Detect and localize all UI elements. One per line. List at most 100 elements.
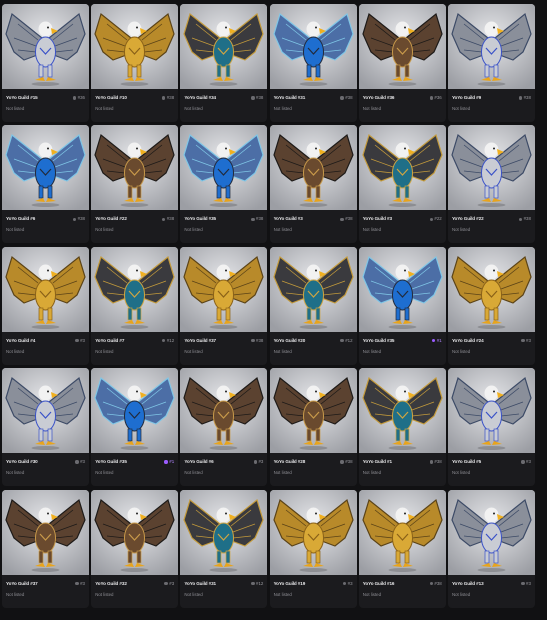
rarity-rank-badge: #12 (340, 338, 353, 343)
listing-status: Not listed (6, 470, 25, 476)
nft-card[interactable]: YoYo Guild #13 #3 Not listed (447, 489, 535, 608)
rarity-rank-badge: #38 (518, 95, 531, 100)
nft-card[interactable]: YoYo Guild #22 #38 Not listed (447, 125, 535, 244)
nft-image[interactable] (269, 4, 357, 89)
nft-image[interactable] (180, 246, 268, 332)
rarity-dot-icon (429, 460, 433, 464)
nft-card[interactable]: YoYo Guild #37 #38 Not listed (180, 246, 268, 365)
nft-image[interactable] (91, 4, 179, 89)
nft-name: YoYo Guild #9 (451, 95, 482, 100)
nft-card[interactable]: YoYo Guild #1 #38 Not listed (358, 368, 446, 487)
listing-status: Not listed (95, 591, 114, 597)
nft-name: YoYo Guild #7 (95, 337, 125, 343)
rarity-dot-icon (251, 96, 255, 100)
listing-status: Not listed (6, 591, 25, 597)
nft-image[interactable] (180, 368, 268, 454)
nft-card[interactable]: YoYo Guild #3 #22 Not listed (358, 125, 446, 244)
nft-image[interactable] (180, 125, 268, 211)
nft-name: YoYo Guild #6 (6, 216, 36, 222)
nft-image[interactable] (358, 246, 446, 332)
nft-card[interactable]: YoYo Guild #30 #3 Not listed (2, 368, 89, 487)
nft-image[interactable] (447, 489, 535, 575)
nft-image[interactable] (358, 368, 446, 454)
nft-image[interactable] (2, 4, 89, 89)
nft-card[interactable]: YoYo Guild #20 #12 Not listed (269, 246, 357, 365)
listing-status: Not listed (451, 470, 471, 476)
rarity-dot-icon (251, 217, 255, 221)
nft-image[interactable] (447, 125, 535, 211)
rarity-rank-badge: #3 (521, 581, 531, 586)
nft-meta: YoYo Guild #34 #38 Not listed (180, 91, 267, 122)
nft-image[interactable] (358, 4, 446, 89)
nft-card[interactable]: YoYo Guild #15 #36 Not listed (2, 4, 89, 122)
nft-image[interactable] (269, 246, 357, 332)
nft-card[interactable]: YoYo Guild #19 #3 Not listed (269, 489, 357, 608)
nft-image[interactable] (180, 489, 268, 575)
nft-image[interactable] (358, 125, 446, 211)
nft-image[interactable] (91, 125, 179, 211)
nft-name: YoYo Guild #24 (451, 337, 484, 343)
nft-card[interactable]: YoYo Guild #34 #38 Not listed (180, 4, 268, 122)
nft-image[interactable] (91, 246, 179, 332)
nft-card[interactable]: YoYo Guild #5 #3 Not listed (447, 368, 535, 487)
nft-image[interactable] (447, 4, 535, 89)
listing-status: Not listed (273, 106, 292, 111)
nft-card[interactable]: YoYo Guild #3 #38 Not listed (269, 125, 357, 244)
nft-image[interactable] (91, 368, 179, 454)
nft-card[interactable]: YoYo Guild #16 #38 Not listed (358, 489, 446, 608)
nft-grid: YoYo Guild #15 #36 Not listed YoYo Guild #… (2, 4, 545, 608)
nft-card[interactable]: YoYo Guild #35 #38 Not listed (180, 125, 268, 244)
nft-name: YoYo Guild #4 (6, 337, 36, 343)
nft-card[interactable]: YoYo Guild #7 #12 Not listed (91, 246, 179, 365)
rarity-dot-icon (251, 338, 255, 343)
nft-card[interactable]: YoYo Guild #31 #38 Not listed (269, 4, 357, 122)
rarity-rank-badge: #36 (72, 95, 85, 100)
nft-card[interactable]: YoYo Guild #6 #3 Not listed (180, 368, 268, 487)
nft-card[interactable]: YoYo Guild #10 #38 Not listed (91, 4, 179, 122)
nft-image[interactable] (269, 368, 357, 454)
nft-image[interactable] (447, 246, 535, 332)
listing-status: Not listed (184, 348, 203, 354)
nft-name: YoYo Guild #28 (273, 459, 306, 465)
nft-image[interactable] (2, 125, 89, 211)
nft-card[interactable]: YoYo Guild #32 #3 Not listed (91, 489, 179, 608)
nft-name: YoYo Guild #30 (6, 459, 38, 465)
rarity-rank-badge: #3 (75, 459, 85, 464)
nft-image[interactable] (2, 368, 89, 454)
nft-image[interactable] (358, 489, 446, 575)
nft-card[interactable]: YoYo Guild #35 #1 Not listed (91, 368, 179, 487)
nft-meta: YoYo Guild #36 #36 Not listed (359, 91, 446, 122)
nft-name: YoYo Guild #35 (95, 459, 127, 465)
listing-status: Not listed (6, 348, 25, 354)
rarity-rank-label: #3 (526, 459, 531, 465)
nft-card[interactable]: YoYo Guild #28 #38 Not listed (269, 368, 357, 487)
nft-image[interactable] (2, 489, 89, 575)
nft-card[interactable]: YoYo Guild #35 #1 Not listed (358, 246, 446, 365)
nft-image[interactable] (91, 489, 179, 575)
rarity-rank-label: #3 (526, 580, 531, 586)
nft-name: YoYo Guild #22 (451, 216, 484, 222)
nft-image[interactable] (269, 125, 357, 211)
rarity-dot-icon (251, 581, 255, 586)
nft-image[interactable] (447, 368, 535, 454)
nft-card[interactable]: YoYo Guild #4 #3 Not listed (2, 246, 89, 365)
listing-status: Not listed (95, 470, 114, 476)
nft-card[interactable]: YoYo Guild #24 #3 Not listed (447, 246, 535, 365)
rarity-rank-label: #38 (434, 580, 442, 586)
rarity-rank-label: #36 (434, 95, 442, 100)
nft-image[interactable] (269, 489, 357, 575)
nft-card[interactable]: YoYo Guild #31 #12 Not listed (180, 489, 268, 608)
rarity-rank-label: #1 (436, 337, 442, 343)
nft-name: YoYo Guild #32 (95, 580, 127, 586)
nft-card[interactable]: YoYo Guild #22 #38 Not listed (91, 125, 179, 244)
nft-image[interactable] (2, 246, 89, 332)
rarity-rank-badge: #38 (518, 216, 531, 221)
rarity-rank-badge: #1 (431, 337, 442, 343)
nft-card[interactable]: YoYo Guild #9 #38 Not listed (447, 4, 535, 122)
nft-card[interactable]: YoYo Guild #37 #3 Not listed (2, 489, 89, 608)
nft-image[interactable] (180, 4, 268, 89)
rarity-dot-icon (161, 96, 166, 100)
nft-card[interactable]: YoYo Guild #36 #36 Not listed (358, 4, 446, 122)
nft-name: YoYo Guild #16 (362, 580, 395, 586)
nft-card[interactable]: YoYo Guild #6 #38 Not listed (2, 125, 89, 244)
